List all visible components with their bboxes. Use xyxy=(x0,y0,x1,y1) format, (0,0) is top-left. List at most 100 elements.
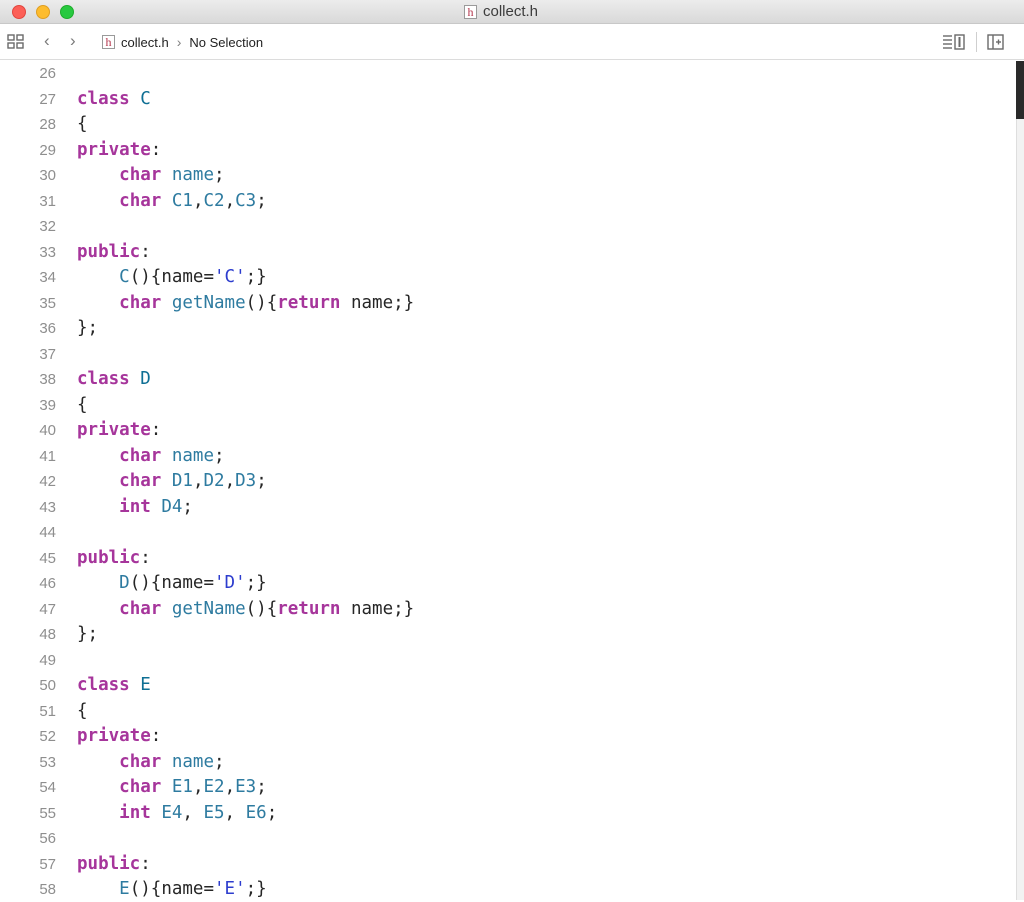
code-token: int xyxy=(119,802,151,823)
line-number: 34 xyxy=(39,269,56,286)
code-line[interactable]: 43 int D4; xyxy=(0,495,1000,520)
code-token: C3 xyxy=(235,190,257,211)
line-number: 55 xyxy=(39,804,56,822)
code-line[interactable]: 38 class D xyxy=(0,367,1000,392)
code-line[interactable]: 39 { xyxy=(0,393,1000,418)
code-line[interactable]: 42 char D1,D2,D3; xyxy=(0,469,1000,494)
code-line[interactable]: 50 class E xyxy=(0,673,1000,698)
editor-options-icon[interactable] xyxy=(942,34,968,56)
title-bar: h collect.h xyxy=(0,0,1024,24)
header-file-icon: h xyxy=(102,35,115,49)
code-token: return xyxy=(277,598,341,619)
code-line[interactable]: 45 public: xyxy=(0,546,1000,571)
code-line[interactable]: 40 private: xyxy=(0,418,1000,443)
code-token: { xyxy=(77,394,88,415)
header-file-icon: h xyxy=(464,4,477,19)
line-number: 39 xyxy=(39,396,56,414)
code-line[interactable]: 33 public: xyxy=(0,240,1000,265)
breadcrumb-file[interactable]: collect.h xyxy=(121,35,169,50)
code-line[interactable]: 41 char name; xyxy=(0,444,1000,469)
line-number: 31 xyxy=(39,192,56,210)
code-token: private xyxy=(77,726,151,746)
code-line[interactable]: 56 xyxy=(0,826,1000,851)
code-token: : xyxy=(140,853,151,874)
code-line[interactable]: 48}; xyxy=(0,622,1000,647)
line-number: 54 xyxy=(39,779,56,796)
code-token: name;} xyxy=(340,292,415,313)
code-line[interactable]: 52 private: xyxy=(0,724,1000,749)
code-line[interactable]: 31 char C1,C2,C3; xyxy=(0,189,1000,214)
code-line[interactable]: 46 D(){name='D';} xyxy=(0,571,1000,596)
code-token: D4 xyxy=(161,496,183,517)
scroller[interactable] xyxy=(1016,61,1024,119)
code-text: public: xyxy=(77,240,151,265)
code-line[interactable]: 57 public: xyxy=(0,852,1000,877)
code-token: ; xyxy=(182,496,193,517)
code-token: name xyxy=(171,165,215,185)
code-text: private: xyxy=(77,724,161,749)
breadcrumb-selection[interactable]: No Selection xyxy=(189,35,263,50)
code-line[interactable]: 47 char getName(){return name;} xyxy=(0,597,1000,622)
code-line[interactable]: 54 char E1,E2,E3; xyxy=(0,775,1000,800)
code-line[interactable]: 30 char name; xyxy=(0,163,1000,188)
related-items-grid-icon[interactable] xyxy=(7,34,25,55)
code-token: E6 xyxy=(245,802,267,823)
minimize-window-button[interactable] xyxy=(36,5,50,19)
line-number: 52 xyxy=(39,728,56,745)
code-line[interactable]: 44 xyxy=(0,520,1000,545)
code-token: name xyxy=(171,445,215,466)
code-line[interactable]: 51 { xyxy=(0,699,1000,724)
code-line[interactable]: 32 xyxy=(0,214,1000,239)
code-token: , xyxy=(224,471,236,491)
line-number: 40 xyxy=(39,422,56,439)
code-token: char xyxy=(119,165,162,185)
close-window-button[interactable] xyxy=(12,5,26,19)
add-editor-icon[interactable] xyxy=(987,34,1005,56)
code-token: char xyxy=(119,471,162,491)
code-token: E1 xyxy=(171,777,193,797)
code-token: char xyxy=(119,190,162,211)
code-line[interactable]: 36}; xyxy=(0,316,1000,341)
code-line[interactable]: 53 char name; xyxy=(0,750,1000,775)
zoom-window-button[interactable] xyxy=(60,5,74,19)
code-line[interactable]: 27 class C xyxy=(0,87,1000,112)
code-line[interactable]: 29 private: xyxy=(0,138,1000,163)
code-token: C xyxy=(140,88,151,109)
code-text: }; xyxy=(77,622,98,647)
code-line[interactable]: 37 xyxy=(0,342,1000,367)
line-number: 50 xyxy=(39,677,56,694)
code-text: int E4, E5, E6; xyxy=(77,801,277,826)
code-token: name xyxy=(161,573,204,593)
back-button[interactable]: ‹ xyxy=(44,31,50,51)
code-text: { xyxy=(77,699,88,724)
code-token: private xyxy=(77,139,151,160)
line-number: 32 xyxy=(39,218,56,235)
code-token: , xyxy=(192,471,204,491)
code-line[interactable]: 26 xyxy=(0,61,1000,86)
code-token: ; xyxy=(256,777,267,797)
source-editor[interactable]: 26 27 class C 28{29 private: 30 char name; 31 … xyxy=(0,61,1016,900)
code-line[interactable]: 49 xyxy=(0,648,1000,673)
forward-button[interactable]: › xyxy=(70,31,76,51)
code-line[interactable]: 58 E(){name='E';} xyxy=(0,877,1000,902)
code-line[interactable]: 34 C(){name='C';} xyxy=(0,265,1000,290)
code-token: { xyxy=(77,114,88,134)
code-text: int D4; xyxy=(77,495,193,520)
code-token: ;} xyxy=(245,879,267,899)
code-line[interactable]: 55 int E4, E5, E6; xyxy=(0,801,1000,826)
code-token: D3 xyxy=(235,471,257,491)
code-token: class xyxy=(77,88,130,109)
line-number: 44 xyxy=(39,524,56,541)
code-text: char E1,E2,E3; xyxy=(77,775,267,800)
code-line[interactable]: 28 { xyxy=(0,112,1000,137)
code-line[interactable]: 35 char getName(){return name;} xyxy=(0,291,1000,316)
code-token: ; xyxy=(214,751,225,772)
code-token: name xyxy=(161,879,204,899)
